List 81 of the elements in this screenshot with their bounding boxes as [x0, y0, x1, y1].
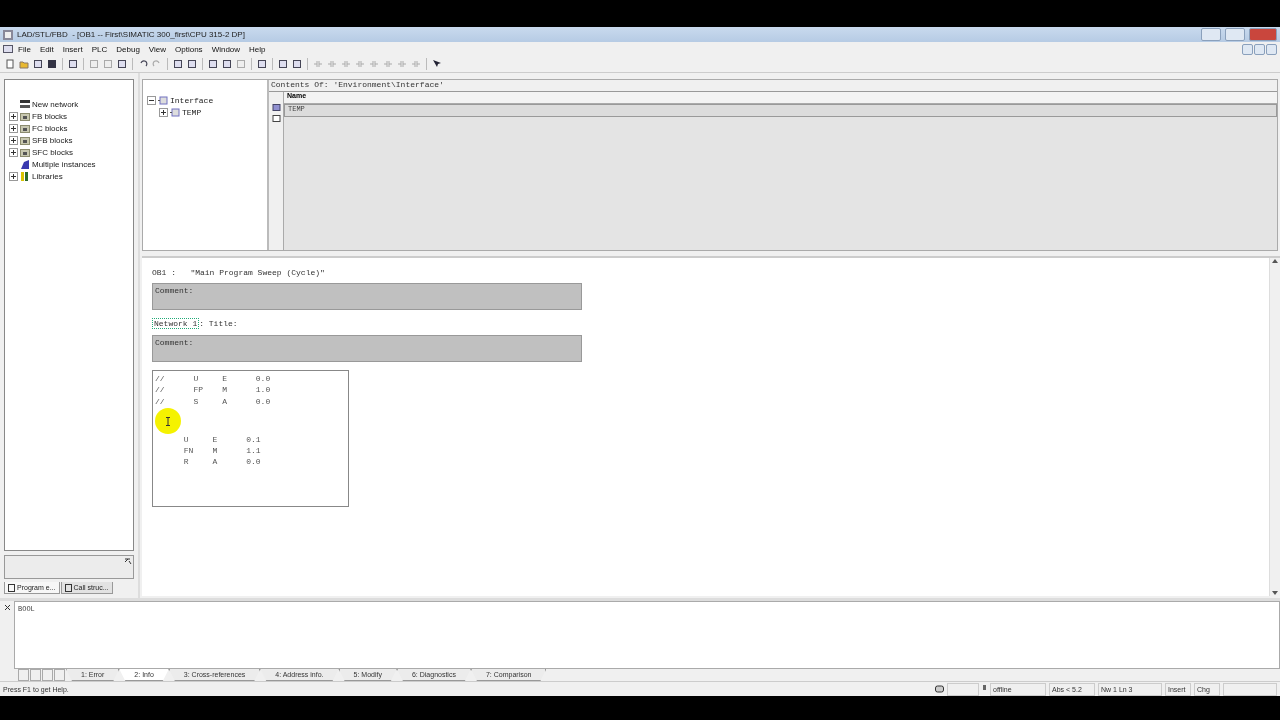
- code-editor[interactable]: // U E 0.0 // FP M 1.0 // S A 0.0 U E 0.1 FN M 1.1 R A 0.0: [152, 370, 349, 507]
- expand-icon[interactable]: [9, 123, 18, 133]
- expand-icon[interactable]: [9, 171, 18, 181]
- minimize-button[interactable]: [1201, 28, 1221, 41]
- folder-icon: [20, 135, 30, 145]
- save-icon[interactable]: [46, 58, 58, 70]
- code-line: U E 0.1: [182, 433, 262, 446]
- plug-icon: [982, 685, 987, 693]
- expand-icon[interactable]: [159, 107, 168, 117]
- variable-icon: [271, 104, 281, 111]
- toolbar-icon[interactable]: [186, 58, 198, 70]
- interface-icon: [170, 107, 180, 117]
- folder-icon: [20, 147, 30, 157]
- toolbar-icon[interactable]: [207, 58, 219, 70]
- comment-field[interactable]: Comment:: [152, 335, 582, 362]
- tree-item[interactable]: SFB blocks: [32, 135, 73, 145]
- code-line: // U E 0.0: [155, 373, 272, 385]
- menu-item[interactable]: Window: [207, 44, 245, 54]
- tree-item[interactable]: FB blocks: [32, 111, 68, 121]
- new-file-icon[interactable]: [4, 58, 16, 70]
- tree-item[interactable]: Multiple instances: [32, 159, 96, 169]
- folder-icon: [20, 123, 30, 133]
- toolbar-icon[interactable]: [221, 58, 233, 70]
- tree-item[interactable]: New network: [32, 99, 79, 109]
- menu-item[interactable]: Help: [245, 44, 270, 54]
- vertical-scrollbar[interactable]: [1269, 258, 1280, 596]
- tree-item[interactable]: TEMP: [182, 107, 202, 117]
- network-title: : Title:: [199, 319, 238, 328]
- toolbar-icon[interactable]: [172, 58, 184, 70]
- interface-icon: [158, 95, 168, 105]
- expand-icon[interactable]: [9, 111, 18, 121]
- tree-item[interactable]: FC blocks: [32, 123, 68, 133]
- tab-icon: [64, 583, 72, 592]
- new-row-icon: [271, 115, 281, 122]
- document-icon: [3, 45, 13, 53]
- close-icon[interactable]: [3, 604, 11, 611]
- folder-icon: [20, 111, 30, 121]
- network-icon: [20, 99, 30, 109]
- scroll-up-icon[interactable]: [1272, 258, 1278, 264]
- menu-item[interactable]: View: [144, 44, 171, 54]
- code-line: // FP M 1.0: [155, 384, 272, 396]
- minimize-button[interactable]: [1242, 43, 1253, 55]
- code-line: // S A 0.0: [155, 395, 272, 407]
- restore-button[interactable]: [1254, 43, 1265, 55]
- scroll-down-icon[interactable]: [1272, 590, 1278, 596]
- menu-item[interactable]: Options: [171, 44, 207, 54]
- menu-item[interactable]: File: [14, 44, 35, 54]
- menu-item[interactable]: Edit: [35, 44, 58, 54]
- network-label[interactable]: Network 1: [152, 318, 200, 329]
- menu-item[interactable]: PLC: [87, 44, 112, 54]
- connection-icon: [935, 685, 944, 693]
- tab-icon: [8, 583, 15, 592]
- comment-field[interactable]: Comment:: [152, 283, 582, 310]
- window-title: LAD/STL/FBD - [OB1 -- First\SIMATIC 300_first\CPU 315-2 DP]: [17, 30, 246, 39]
- library-icon: [20, 171, 30, 181]
- last-button[interactable]: [54, 669, 65, 681]
- expand-icon[interactable]: [9, 147, 18, 157]
- instances-icon: [20, 159, 30, 169]
- toolbar-icon[interactable]: [32, 58, 44, 70]
- previous-button[interactable]: [30, 669, 41, 681]
- next-button[interactable]: [42, 669, 53, 681]
- app-icon: [3, 29, 13, 40]
- toolbar-icon[interactable]: [291, 58, 303, 70]
- menu-item[interactable]: Insert: [58, 44, 87, 54]
- expand-icon[interactable]: [9, 135, 18, 145]
- tree-item[interactable]: SFC blocks: [32, 147, 73, 157]
- toolbar-icon[interactable]: [277, 58, 289, 70]
- code-line: FN M 1.1: [182, 445, 262, 457]
- block-title: OB1 : "Main Program Sweep (Cycle)": [152, 268, 326, 277]
- toolbar-icon[interactable]: [256, 58, 268, 70]
- close-button[interactable]: [1266, 43, 1277, 55]
- text-cursor-icon: [166, 416, 170, 426]
- contents-title: Contents Of: 'Environment\Interface': [270, 80, 445, 91]
- collapse-icon[interactable]: [147, 95, 156, 105]
- pin-icon[interactable]: [123, 556, 133, 566]
- menu-item[interactable]: Debug: [112, 44, 144, 54]
- first-button[interactable]: [18, 669, 29, 681]
- code-line: R A 0.0: [182, 456, 262, 468]
- tree-item[interactable]: Libraries: [32, 171, 63, 181]
- restore-button[interactable]: [1225, 28, 1245, 41]
- tree-item[interactable]: Interface: [170, 95, 214, 105]
